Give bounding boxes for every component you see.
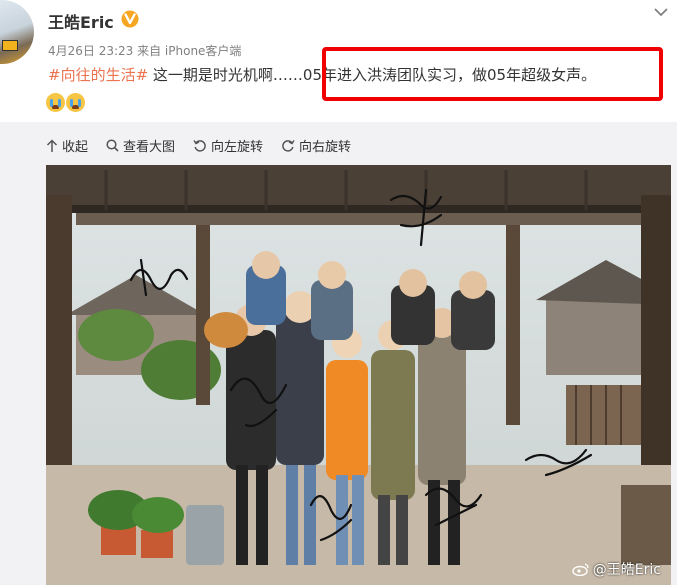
verified-icon: [121, 10, 139, 28]
group-photo-illustration: [46, 165, 671, 585]
view-large-button[interactable]: 查看大图: [106, 136, 175, 155]
media-toolbar: 收起 查看大图 向左旋转 向右旋转: [46, 136, 369, 155]
rotate-left-button[interactable]: 向左旋转: [193, 136, 263, 155]
collapse-button[interactable]: 收起: [46, 136, 88, 155]
rotate-right-button[interactable]: 向右旋转: [281, 136, 351, 155]
collapse-label: 收起: [62, 140, 89, 155]
chevron-down-icon[interactable]: [653, 4, 669, 20]
rotate-left-label: 向左旋转: [211, 140, 264, 155]
hashtag-link[interactable]: #向往的生活#: [48, 66, 148, 84]
post-photo[interactable]: @王皓Eric: [46, 165, 671, 585]
highlight-box: [322, 47, 663, 101]
post-meta: 4月26日 23:23 来自 iPhone客户端: [48, 44, 242, 58]
avatar[interactable]: [0, 0, 34, 64]
search-icon: [106, 139, 119, 152]
emoji-group: [46, 93, 86, 115]
rotate-right-icon: [282, 139, 295, 152]
crying-emoji-icon: [66, 93, 85, 112]
watermark: @王皓Eric: [572, 559, 661, 579]
username[interactable]: 王皓Eric: [48, 9, 114, 33]
watermark-text: @王皓Eric: [592, 562, 661, 578]
weibo-logo-icon: [572, 563, 589, 576]
rotate-right-label: 向右旋转: [299, 140, 352, 155]
rotate-left-icon: [193, 139, 206, 152]
crying-emoji-icon: [46, 93, 65, 112]
arrow-up-icon: [46, 138, 58, 152]
view-large-label: 查看大图: [123, 140, 176, 155]
